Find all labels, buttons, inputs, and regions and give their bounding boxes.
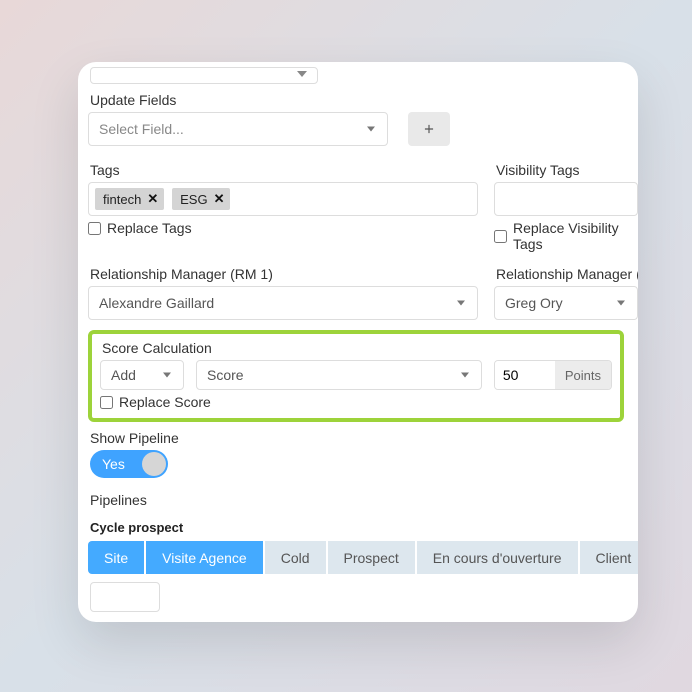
stage-site[interactable]: Site [88, 541, 144, 574]
top-select-truncated[interactable] [90, 67, 318, 84]
score-value-input[interactable] [495, 361, 555, 389]
replace-tags-text: Replace Tags [107, 220, 192, 236]
rm1-label: Relationship Manager (RM 1) [90, 266, 478, 282]
plus-icon [422, 122, 436, 136]
score-field-select[interactable]: Score [196, 360, 482, 390]
cycle-prospect-title: Cycle prospect [90, 520, 638, 535]
rm2-value: Greg Ory [505, 295, 563, 311]
score-op-value: Add [111, 367, 136, 383]
replace-score-checkbox[interactable]: Replace Score [100, 394, 612, 410]
chevron-down-icon [617, 301, 625, 306]
replace-tags-checkbox[interactable]: Replace Tags [88, 220, 478, 236]
chevron-down-icon [163, 373, 171, 378]
remove-tag-icon[interactable]: ✕ [147, 191, 158, 207]
score-op-select[interactable]: Add [100, 360, 184, 390]
chevron-down-icon [457, 301, 465, 306]
update-fields-placeholder: Select Field... [99, 121, 184, 137]
tag-text: ESG [180, 192, 207, 207]
cycle-prospect-stages: Site Visite Agence Cold Prospect En cour… [88, 541, 638, 574]
rm1-value: Alexandre Gaillard [99, 295, 214, 311]
stage-prospect[interactable]: Prospect [328, 541, 415, 574]
pipelines-label: Pipelines [90, 492, 638, 508]
vis-tags-label: Visibility Tags [496, 162, 638, 178]
rm2-label: Relationship Manager (RM 2) [496, 266, 638, 282]
toggle-knob [142, 452, 166, 476]
replace-vis-tags-checkbox[interactable]: Replace Visibility Tags [494, 220, 638, 252]
vis-tags-input[interactable] [494, 182, 638, 216]
stage-ouverture[interactable]: En cours d'ouverture [417, 541, 578, 574]
chevron-down-icon [367, 127, 375, 132]
tags-input[interactable]: fintech ✕ ESG ✕ [88, 182, 478, 216]
update-fields-select[interactable]: Select Field... [88, 112, 388, 146]
replace-score-text: Replace Score [119, 394, 211, 410]
stage-client[interactable]: Client [580, 541, 638, 574]
update-fields-label: Update Fields [90, 92, 638, 108]
score-field-value: Score [207, 367, 244, 383]
score-label: Score Calculation [102, 340, 612, 356]
rm1-select[interactable]: Alexandre Gaillard [88, 286, 478, 320]
replace-vis-tags-checkbox-input[interactable] [494, 230, 507, 243]
replace-score-checkbox-input[interactable] [100, 396, 113, 409]
tag-chip[interactable]: ESG ✕ [172, 188, 230, 210]
replace-tags-checkbox-input[interactable] [88, 222, 101, 235]
add-field-button[interactable] [408, 112, 450, 146]
show-pipeline-toggle[interactable]: Yes [90, 450, 168, 478]
stage-visite[interactable]: Visite Agence [146, 541, 263, 574]
remove-tag-icon[interactable]: ✕ [214, 191, 225, 207]
show-pipeline-label: Show Pipeline [90, 430, 638, 446]
chevron-down-icon [461, 373, 469, 378]
cycle-prospect-extra-input[interactable] [90, 582, 160, 612]
tag-chip[interactable]: fintech ✕ [95, 188, 164, 210]
score-unit-label: Points [555, 361, 611, 389]
rm2-select[interactable]: Greg Ory [494, 286, 638, 320]
tags-label: Tags [90, 162, 478, 178]
tag-text: fintech [103, 192, 141, 207]
form-card: Update Fields Select Field... Tags finte… [78, 62, 638, 622]
toggle-yes-text: Yes [102, 456, 125, 472]
score-calculation-section: Score Calculation Add Score Points Repla… [88, 330, 624, 422]
score-value-input-group: Points [494, 360, 612, 390]
replace-vis-tags-text: Replace Visibility Tags [513, 220, 638, 252]
stage-cold[interactable]: Cold [265, 541, 326, 574]
